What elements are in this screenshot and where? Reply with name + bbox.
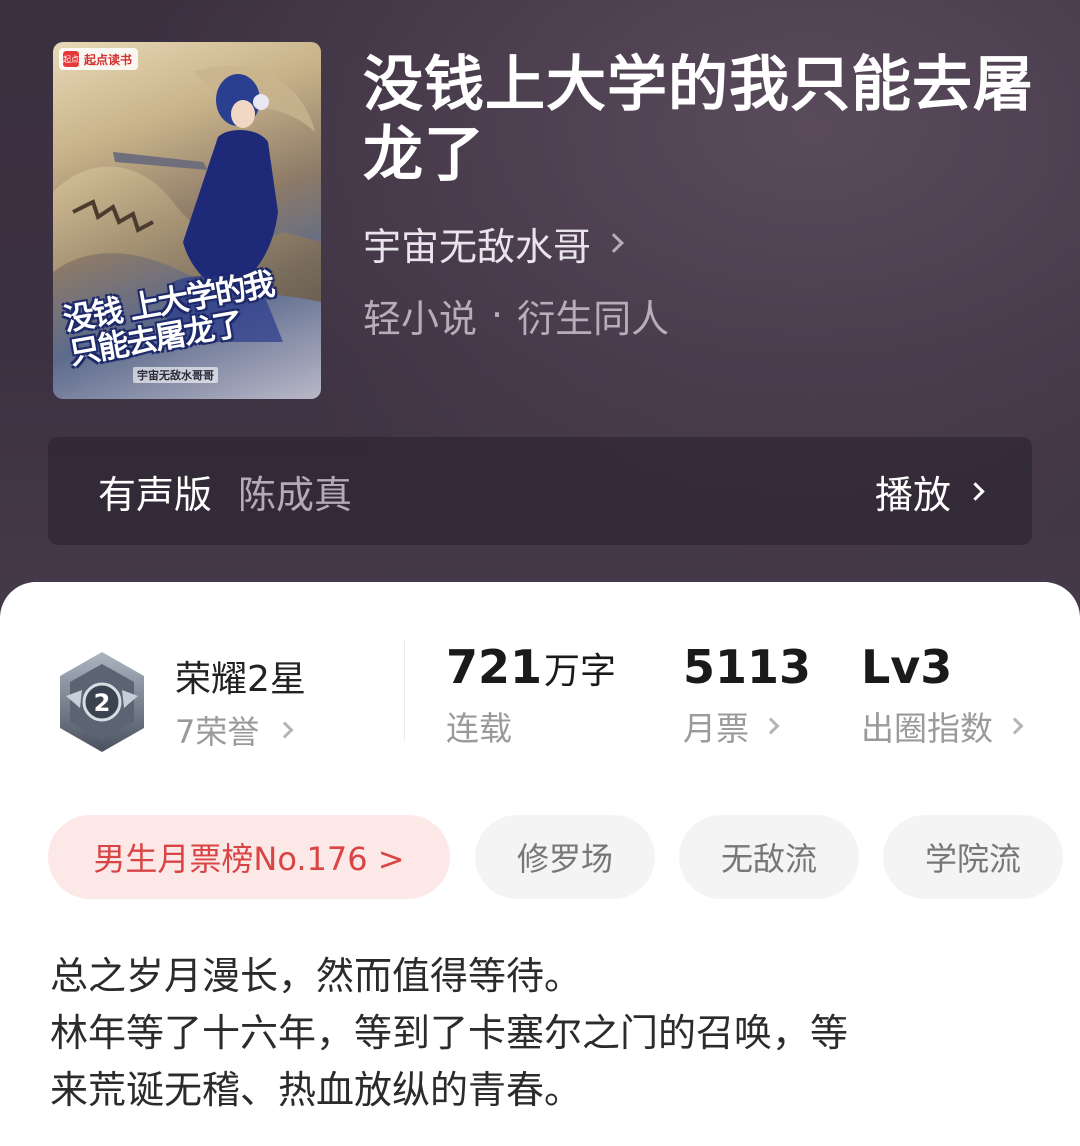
cover-publisher-logo: 起点 起点读书 <box>59 48 139 70</box>
serial-status: 连载 <box>446 709 512 748</box>
honor-title: 荣耀2星 <box>175 659 306 700</box>
honor-count: 7荣誉 <box>175 713 260 751</box>
monthly-ticket-label: 月票 <box>683 709 749 748</box>
publisher-logo-mark: 起点 <box>63 51 79 67</box>
chevron-right-icon <box>966 481 985 501</box>
play-label: 播放 <box>874 472 951 517</box>
cover-author: 宇宙无敌水哥哥 <box>133 367 218 383</box>
tag-xueyuanliu[interactable]: 学院流 <box>883 815 1063 899</box>
audiobook-narrator: 陈成真 <box>238 472 353 517</box>
tag-xiuluochang[interactable]: 修罗场 <box>475 815 655 899</box>
book-description[interactable]: 总之岁月漫长，然而值得等待。 林年等了十六年，等到了卡塞尔之门的召唤，等 来荒诞… <box>50 948 1040 1119</box>
publisher-logo-text: 起点读书 <box>84 52 133 67</box>
medal-number: 2 <box>94 689 111 717</box>
author-link[interactable]: 宇宙无敌水哥 <box>363 218 624 269</box>
description-line: 来荒诞无稽、热血放纵的青春。 <box>50 1068 583 1112</box>
popularity-index-stat[interactable]: Lv3 出圈指数 <box>861 640 1024 750</box>
chevron-right-icon <box>1006 717 1024 735</box>
play-button[interactable]: 播放 <box>874 464 985 519</box>
genre-sub[interactable]: 衍生同人 <box>517 288 669 343</box>
author-name: 宇宙无敌水哥 <box>363 224 592 269</box>
popularity-level-value: Lv3 <box>861 640 953 694</box>
word-count-unit: 万字 <box>544 651 617 692</box>
monthly-ticket-value: 5113 <box>683 640 812 694</box>
honor-medal-icon[interactable]: 2 <box>52 650 152 754</box>
stats-divider <box>404 640 405 740</box>
word-count-value: 721 <box>446 640 543 694</box>
chevron-right-icon <box>762 717 780 735</box>
chevron-right-icon <box>276 721 294 739</box>
book-title: 没钱上大学的我只能去屠龙了 <box>363 50 1034 190</box>
genre-main[interactable]: 轻小说 <box>363 288 477 343</box>
chevron-right-icon <box>604 233 624 253</box>
genre-row: 轻小说 · 衍生同人 <box>363 288 669 343</box>
monthly-ticket-stat[interactable]: 5113 月票 <box>683 640 811 750</box>
honor-link[interactable]: 7荣誉 <box>175 707 294 753</box>
tag-wudiliu[interactable]: 无敌流 <box>679 815 859 899</box>
ranking-tag[interactable]: 男生月票榜No.176 > <box>48 815 450 899</box>
popularity-index-label: 出圈指数 <box>861 709 993 748</box>
audiobook-label: 有声版 <box>98 472 213 517</box>
book-cover[interactable]: 起点 起点读书 没钱 上大学的我 只能去屠龙了 宇宙无敌水哥哥 <box>53 42 321 399</box>
audiobook-bar[interactable]: 有声版 陈成真 播放 <box>48 437 1032 545</box>
description-line: 总之岁月漫长，然而值得等待。 <box>50 954 583 998</box>
description-line: 林年等了十六年，等到了卡塞尔之门的召唤，等 <box>50 1011 849 1055</box>
genre-separator: · <box>491 293 504 337</box>
word-count-stat: 721 万字 连载 <box>446 640 616 750</box>
